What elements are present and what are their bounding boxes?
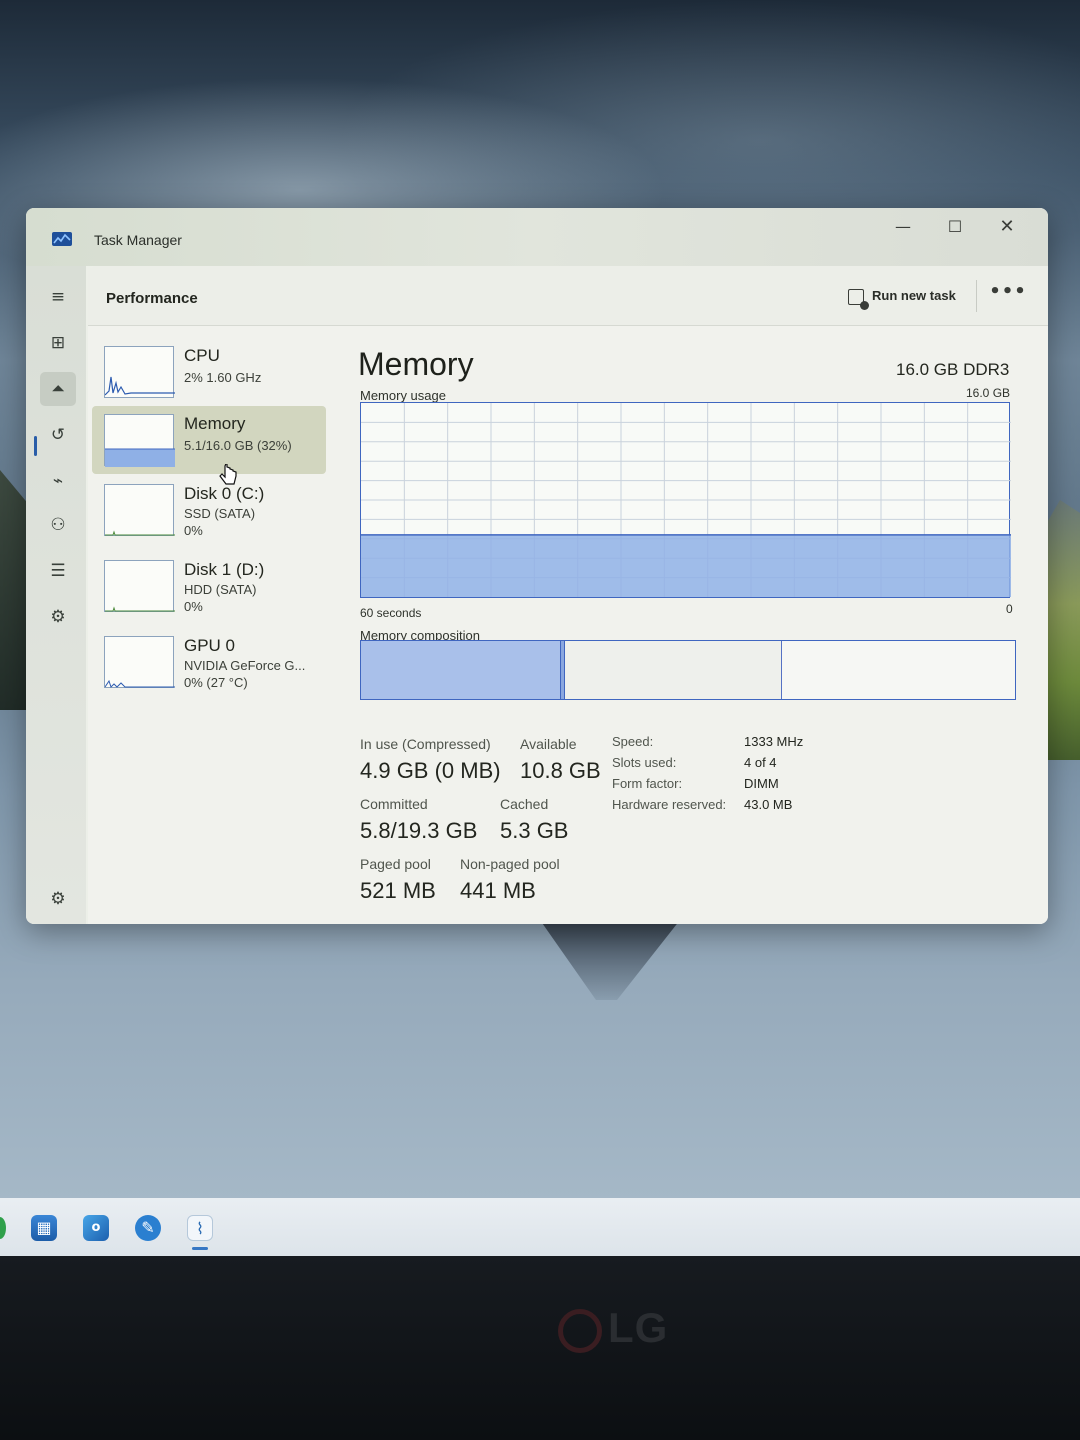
memory-usage-label: Memory usage	[360, 388, 446, 403]
processes-icon[interactable]: ⊞	[40, 326, 76, 360]
memory-usage-area	[361, 534, 1011, 597]
paged-pool-value: 521 MB	[360, 878, 436, 903]
configuration-tool-icon[interactable]: ✎	[135, 1215, 161, 1241]
resource-usage: 0%	[184, 599, 203, 614]
monitor-brand-text: LG	[608, 1304, 669, 1351]
users-icon[interactable]: ⚇	[40, 508, 76, 542]
settings-icon[interactable]: ⚙	[40, 882, 76, 916]
window-title: Task Manager	[94, 232, 182, 248]
in-use-label: In use (Compressed)	[360, 736, 491, 752]
monitor-brand-logo: LG	[558, 1304, 668, 1353]
startup-apps-icon[interactable]: ⌁	[40, 464, 76, 498]
run-task-icon	[848, 288, 869, 310]
speed-label: Speed:	[612, 734, 654, 749]
non-paged-pool-value: 441 MB	[460, 878, 536, 903]
detail-title: Memory	[358, 346, 474, 382]
close-button[interactable]: ✕	[984, 212, 1030, 242]
resource-item-memory[interactable]: Memory 5.1/16.0 GB (32%)	[92, 406, 326, 474]
taskbar-app-partial-icon[interactable]	[0, 1217, 6, 1239]
available-label: Available	[520, 736, 577, 752]
resource-item-cpu[interactable]: CPU 2% 1.60 GHz	[92, 338, 326, 406]
resource-usage: 0% (27 °C)	[184, 675, 248, 690]
navigation-rail: ≡ ⊞ ⏶ ↺ ⌁ ⚇ ☰ ⚙ ⚙	[26, 266, 86, 924]
taskbar-active-indicator	[192, 1247, 208, 1250]
performance-icon[interactable]: ⏶	[40, 372, 76, 406]
composition-standby[interactable]	[565, 641, 782, 699]
app-history-icon[interactable]: ↺	[40, 418, 76, 452]
resource-detail: 5.1/16.0 GB (32%)	[184, 438, 292, 453]
committed-value: 5.8/19.3 GB	[360, 818, 478, 843]
resource-name: Disk 1 (D:)	[184, 560, 265, 579]
header-divider	[976, 280, 977, 312]
slots-used-value: 4 of 4	[744, 755, 777, 770]
available-value: 10.8 GB	[520, 758, 601, 783]
slots-used-label: Slots used:	[612, 755, 677, 770]
resource-item-gpu-0[interactable]: GPU 0 NVIDIA GeForce G... 0% (27 °C)	[92, 628, 326, 696]
resource-item-disk-1[interactable]: Disk 1 (D:) HDD (SATA) 0%	[92, 552, 326, 620]
run-new-task-label: Run new task	[872, 288, 956, 303]
resource-detail: SSD (SATA)	[184, 506, 256, 521]
resource-detail: 2% 1.60 GHz	[184, 370, 262, 385]
hardware-reserved-value: 43.0 MB	[744, 797, 793, 812]
resource-detail: HDD (SATA)	[184, 582, 257, 597]
memory-usage-graph	[360, 402, 1011, 598]
nav-active-indicator	[34, 436, 37, 456]
outlook-icon[interactable]: o	[83, 1215, 109, 1241]
minimize-button[interactable]: —	[880, 212, 926, 242]
task-manager-window: Task Manager — ☐ ✕ ≡ ⊞ ⏶ ↺ ⌁ ⚇ ☰ ⚙ ⚙ Per…	[26, 208, 1048, 924]
taskbar: ▦ o ✎ ⌇	[0, 1198, 1080, 1256]
speed-value: 1333 MHz	[744, 734, 804, 749]
resource-name: Memory	[184, 414, 246, 433]
graph-time-span: 60 seconds	[360, 606, 422, 620]
microsoft-store-icon[interactable]: ▦	[31, 1215, 57, 1241]
maximize-button[interactable]: ☐	[932, 212, 978, 242]
lg-logo-circle	[558, 1308, 602, 1353]
memory-composition-bar	[360, 640, 1016, 700]
memory-thumbnail-graph	[104, 414, 175, 467]
mouse-cursor-hand-icon	[218, 460, 238, 488]
gpu-thumbnail-graph	[104, 636, 175, 688]
task-manager-app-icon	[52, 232, 72, 246]
resource-item-disk-0[interactable]: Disk 0 (C:) SSD (SATA) 0%	[92, 476, 326, 544]
resource-usage: 0%	[184, 523, 203, 538]
resource-detail: NVIDIA GeForce G...	[184, 658, 306, 673]
committed-label: Committed	[360, 796, 428, 812]
cpu-thumbnail-graph	[104, 346, 175, 398]
title-bar[interactable]: Task Manager — ☐ ✕	[26, 208, 1048, 266]
memory-usage-plot	[361, 403, 1011, 597]
monitor-bezel	[0, 1256, 1080, 1440]
resource-name: CPU	[184, 346, 220, 365]
run-new-task-button[interactable]: Run new task	[848, 284, 956, 310]
resource-name: GPU 0	[184, 636, 236, 655]
page-title: Performance	[106, 290, 198, 307]
page-header: Performance Run new task •••	[88, 266, 1048, 326]
cached-label: Cached	[500, 796, 549, 812]
disk1-thumbnail-graph	[104, 560, 175, 612]
composition-in-use[interactable]	[361, 641, 562, 699]
cached-value: 5.3 GB	[500, 818, 569, 843]
task-manager-taskbar-icon[interactable]: ⌇	[187, 1215, 213, 1241]
details-icon[interactable]: ☰	[40, 554, 76, 588]
form-factor-label: Form factor:	[612, 776, 683, 791]
graph-zero-label: 0	[1006, 602, 1013, 616]
content-pane: Performance Run new task ••• CPU 2% 1.60…	[88, 266, 1048, 924]
more-options-button[interactable]: •••	[988, 282, 1028, 308]
hamburger-icon[interactable]: ≡	[40, 280, 76, 314]
form-factor-value: DIMM	[744, 776, 779, 791]
paged-pool-label: Paged pool	[360, 856, 431, 872]
disk0-thumbnail-graph	[104, 484, 175, 536]
in-use-value: 4.9 GB (0 MB)	[360, 758, 501, 783]
composition-free[interactable]	[782, 641, 1015, 699]
memory-usage-max: 16.0 GB	[966, 386, 1011, 400]
non-paged-pool-label: Non-paged pool	[460, 856, 560, 872]
hardware-reserved-label: Hardware reserved:	[612, 797, 727, 812]
memory-spec: 16.0 GB DDR3	[896, 360, 1010, 379]
services-icon[interactable]: ⚙	[40, 600, 76, 634]
